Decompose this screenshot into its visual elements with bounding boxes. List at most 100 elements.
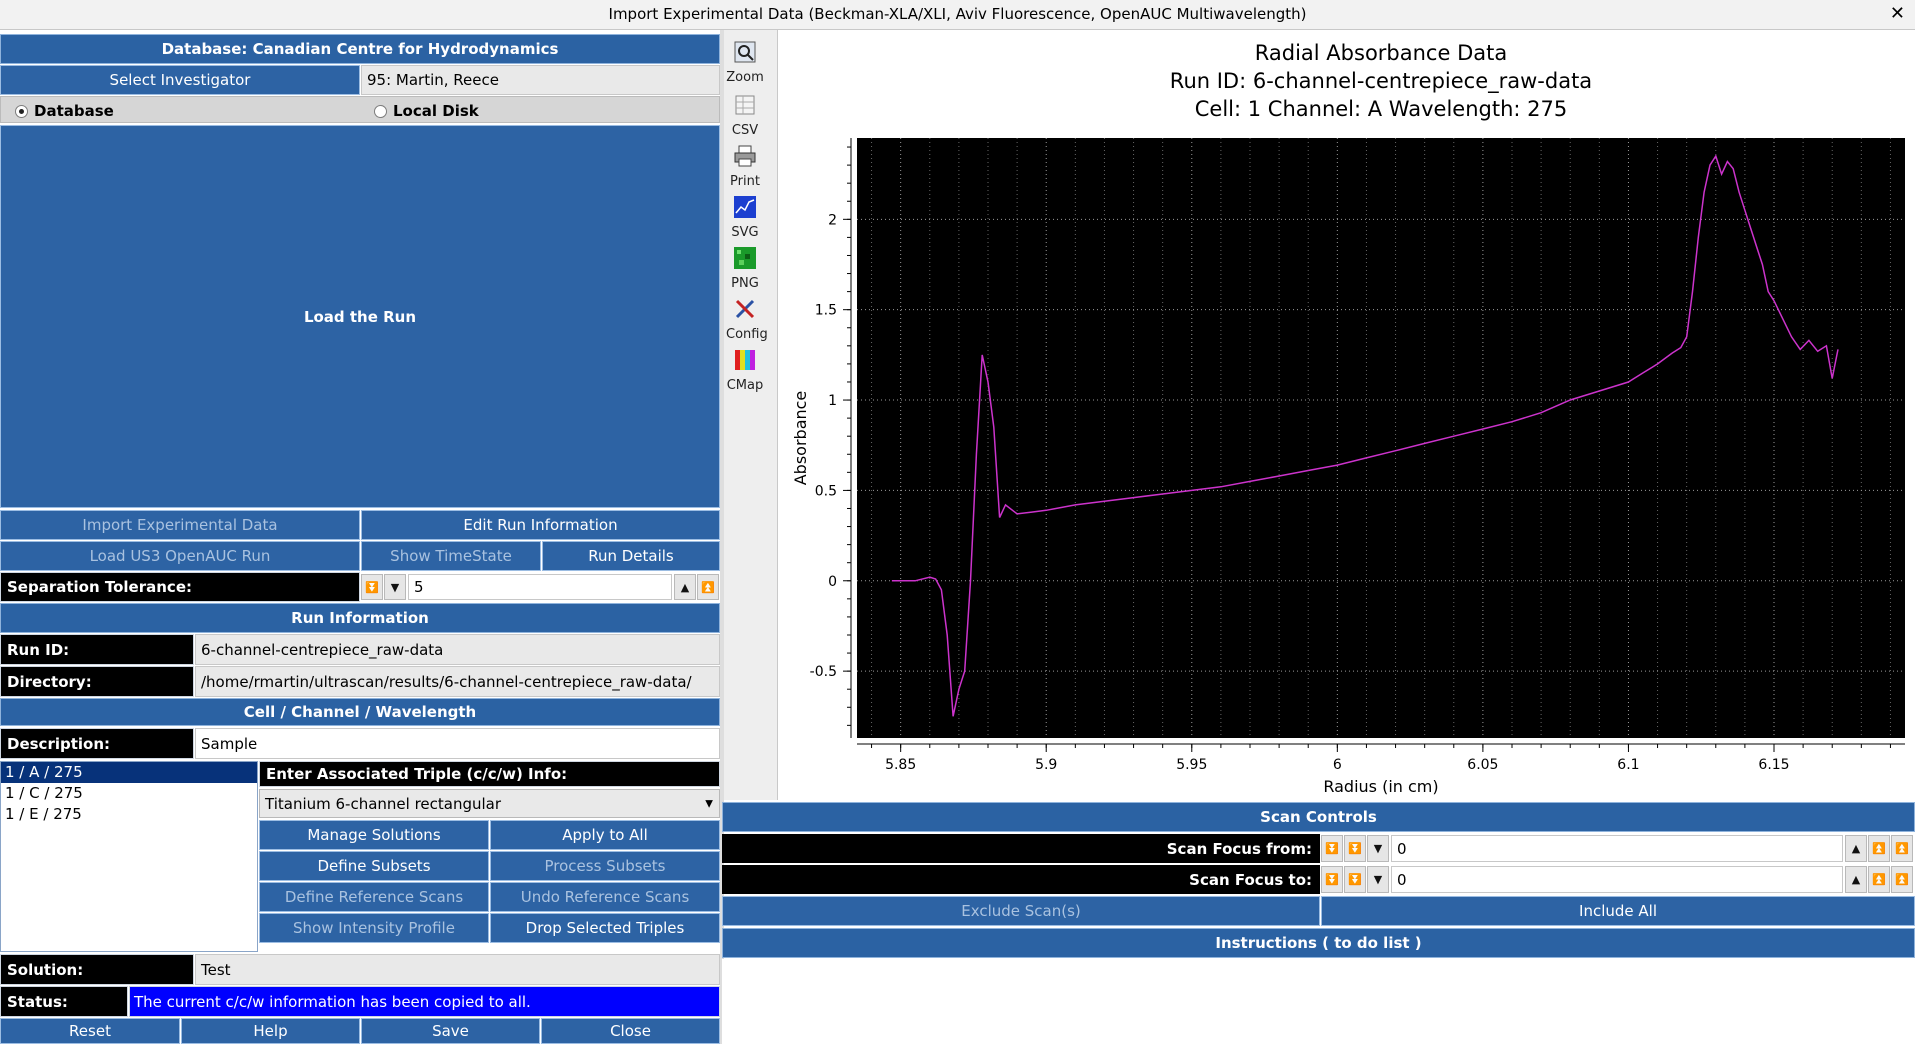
instructions-area	[722, 959, 1915, 1044]
sep-tol-fast-up[interactable]: ⏫	[697, 574, 719, 600]
run-id-field: 6-channel-centrepiece_raw-data	[195, 634, 720, 665]
description-input[interactable]: Sample	[195, 728, 720, 759]
window-title: Import Experimental Data (Beckman-XLA/XL…	[608, 5, 1307, 23]
zoom-icon	[734, 41, 756, 63]
import-data-button[interactable]: Import Experimental Data	[0, 510, 360, 540]
csv-icon	[735, 95, 755, 115]
scan-to-down[interactable]: ⏬	[1344, 866, 1366, 893]
x-tick-label: 5.9	[1035, 757, 1057, 773]
sep-tol-down[interactable]: ▼	[384, 574, 406, 600]
edit-run-info-button[interactable]: Edit Run Information	[361, 510, 720, 540]
show-intensity-button[interactable]: Show Intensity Profile	[259, 913, 489, 943]
status-field: The current c/c/w information has been c…	[129, 986, 720, 1017]
solution-label: Solution:	[0, 954, 194, 985]
toolbar-csv[interactable]: CSV	[726, 93, 764, 138]
toolbar-cmap[interactable]: CMap	[726, 348, 764, 393]
y-tick-label: 1	[828, 393, 837, 409]
ccw-banner: Cell / Channel / Wavelength	[0, 698, 720, 726]
reset-button[interactable]: Reset	[0, 1018, 180, 1044]
run-details-button[interactable]: Run Details	[542, 541, 720, 571]
svg-icon	[734, 196, 756, 218]
chart-title: Radial Absorbance Data	[1255, 41, 1507, 65]
scan-to-fast-up[interactable]: ⏫	[1868, 866, 1890, 893]
apply-to-all-button[interactable]: Apply to All	[490, 820, 720, 850]
centerpiece-select[interactable]: Titanium 6-channel rectangular ▼	[259, 789, 720, 818]
sep-tol-label: Separation Tolerance:	[0, 572, 360, 602]
toolbar-label: Zoom	[726, 70, 764, 85]
save-button[interactable]: Save	[361, 1018, 540, 1044]
scan-to-step-down[interactable]: ▼	[1367, 866, 1389, 893]
toolbar-print[interactable]: Print	[726, 144, 764, 189]
triple-list[interactable]: 1 / A / 275 1 / C / 275 1 / E / 275	[0, 761, 258, 952]
triple-item[interactable]: 1 / C / 275	[1, 783, 257, 804]
status-label: Status:	[0, 986, 128, 1017]
include-all-button[interactable]: Include All	[1321, 896, 1915, 926]
png-icon	[734, 247, 756, 269]
close-button[interactable]: Close	[541, 1018, 720, 1044]
print-icon	[734, 145, 756, 167]
triple-info-label: Enter Associated Triple (c/c/w) Info:	[259, 761, 720, 787]
radio-database-indicator	[15, 105, 28, 118]
x-tick-label: 6.05	[1467, 757, 1498, 773]
sep-tol-input[interactable]: 5	[408, 574, 672, 600]
sep-tol-up[interactable]: ▲	[674, 574, 696, 600]
toolbar-label: CSV	[731, 123, 759, 138]
x-axis-label: Radius (in cm)	[1323, 777, 1438, 796]
run-id-label: Run ID:	[0, 634, 194, 665]
x-tick-label: 6.15	[1758, 757, 1789, 773]
define-subsets-button[interactable]: Define Subsets	[259, 851, 489, 881]
exclude-scans-button[interactable]: Exclude Scan(s)	[722, 896, 1320, 926]
define-ref-scans-button[interactable]: Define Reference Scans	[259, 882, 489, 912]
directory-field: /home/rmartin/ultrascan/results/6-channe…	[195, 666, 720, 697]
manage-solutions-button[interactable]: Manage Solutions	[259, 820, 489, 850]
chart-panel: Radial Absorbance Data Run ID: 6-channel-…	[779, 30, 1915, 800]
scan-from-faster-up[interactable]: ⏫	[1891, 835, 1913, 862]
sep-tol-fast-down[interactable]: ⏬	[361, 574, 383, 600]
scan-from-step-down[interactable]: ▼	[1367, 835, 1389, 862]
scan-from-fast-up[interactable]: ⏫	[1868, 835, 1890, 862]
toolbar-config[interactable]: Config	[726, 297, 768, 342]
radio-database-label: Database	[34, 102, 114, 120]
select-investigator-button[interactable]: Select Investigator	[0, 65, 360, 95]
load-openauc-button[interactable]: Load US3 OpenAUC Run	[0, 541, 360, 571]
radio-local-disk[interactable]: Local Disk	[374, 102, 479, 120]
toolbar-label: Config	[726, 327, 768, 342]
toolbar-png[interactable]: PNG	[726, 246, 764, 291]
investigator-field: 95: Martin, Reece	[361, 65, 720, 95]
scan-from-label: Scan Focus from:	[722, 834, 1320, 863]
toolbar-zoom[interactable]: Zoom	[726, 40, 764, 85]
description-label: Description:	[0, 728, 194, 759]
scan-to-fast-down[interactable]: ⏬	[1321, 866, 1343, 893]
drop-triples-button[interactable]: Drop Selected Triples	[490, 913, 720, 943]
x-tick-label: 5.85	[885, 757, 916, 773]
toolbar-label: PNG	[731, 276, 759, 291]
help-button[interactable]: Help	[181, 1018, 360, 1044]
load-run-button[interactable]: Load the Run	[0, 125, 720, 508]
chart-subtitle-2: Cell: 1 Channel: A Wavelength: 275	[1195, 97, 1567, 121]
y-tick-label: -0.5	[810, 664, 837, 680]
scan-to-up[interactable]: ▲	[1845, 866, 1867, 893]
x-tick-label: 6.1	[1617, 757, 1639, 773]
process-subsets-button[interactable]: Process Subsets	[490, 851, 720, 881]
chart-subtitle: Run ID: 6-channel-centrepiece_raw-data	[1170, 69, 1592, 94]
plot-area	[857, 138, 1905, 738]
scan-from-down[interactable]: ⏬	[1344, 835, 1366, 862]
triple-item[interactable]: 1 / A / 275	[1, 762, 257, 783]
toolbar-label: SVG	[731, 225, 759, 240]
show-timestate-button[interactable]: Show TimeState	[361, 541, 541, 571]
scan-to-input[interactable]: 0	[1391, 866, 1843, 893]
triple-item[interactable]: 1 / E / 275	[1, 804, 257, 825]
y-tick-label: 1.5	[815, 303, 837, 319]
scan-to-faster-up[interactable]: ⏫	[1891, 866, 1913, 893]
undo-ref-scans-button[interactable]: Undo Reference Scans	[490, 882, 720, 912]
y-tick-label: 0.5	[815, 483, 837, 499]
scan-from-fast-down[interactable]: ⏬	[1321, 835, 1343, 862]
cmap-icon	[735, 350, 755, 370]
radio-database[interactable]: Database	[15, 102, 114, 120]
toolbar-svg[interactable]: SVG	[726, 195, 764, 240]
scan-from-up[interactable]: ▲	[1845, 835, 1867, 862]
scan-from-input[interactable]: 0	[1391, 835, 1843, 862]
absorbance-chart[interactable]: Radial Absorbance Data Run ID: 6-channel-…	[779, 30, 1915, 800]
instructions-banner: Instructions ( to do list )	[722, 928, 1915, 958]
window-close-icon[interactable]: ✕	[1890, 0, 1905, 28]
